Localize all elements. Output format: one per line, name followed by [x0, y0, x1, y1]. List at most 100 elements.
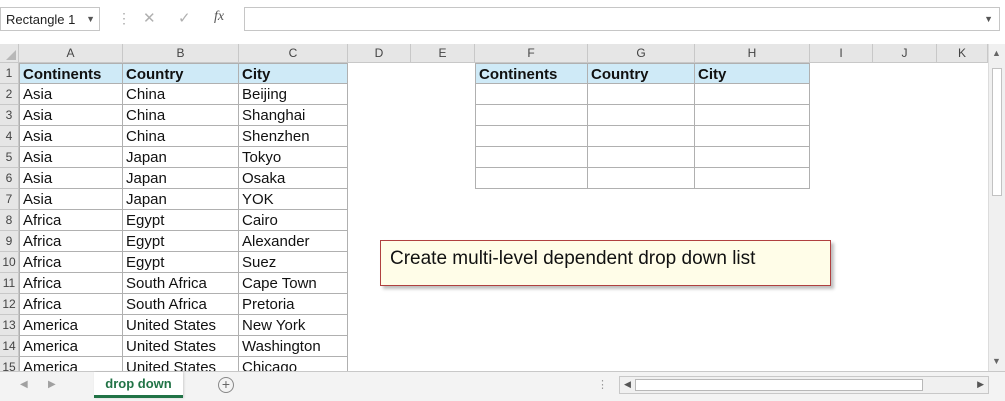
worksheet-grid[interactable]: ABCDEFGHIJK 1 2 3 4 5 6 7 8 9 10 11 12 13 14 15 Contin…	[0, 44, 1005, 371]
source-table-cell[interactable]: Pretoria	[239, 294, 348, 315]
source-table-cell[interactable]: Africa	[19, 252, 123, 273]
column-header-h[interactable]: H	[695, 44, 810, 63]
row-header-14[interactable]: 14	[0, 336, 19, 357]
source-table-cell[interactable]: Washington	[239, 336, 348, 357]
source-table-cell[interactable]: Japan	[123, 147, 239, 168]
column-header-e[interactable]: E	[411, 44, 475, 63]
target-table-cell[interactable]	[695, 84, 810, 105]
row-header-3[interactable]: 3	[0, 105, 19, 126]
row-header-7[interactable]: 7	[0, 189, 19, 210]
source-table-cell[interactable]: Alexander	[239, 231, 348, 252]
sheet-prev-icon[interactable]: ◀	[20, 379, 28, 390]
source-table-cell[interactable]: Cape Town	[239, 273, 348, 294]
source-table-cell[interactable]: Osaka	[239, 168, 348, 189]
scroll-left-icon[interactable]: ◀	[624, 379, 631, 390]
source-table-cell[interactable]: Japan	[123, 168, 239, 189]
column-header-j[interactable]: J	[873, 44, 937, 63]
column-header-f[interactable]: F	[475, 44, 588, 63]
formula-input[interactable]: ▼	[244, 7, 1000, 31]
source-table-cell[interactable]: China	[123, 126, 239, 147]
row-header-1[interactable]: 1	[0, 63, 19, 84]
sheet-next-icon[interactable]: ▶	[48, 379, 56, 390]
row-header-5[interactable]: 5	[0, 147, 19, 168]
source-table-cell[interactable]: YOK	[239, 189, 348, 210]
source-table-header-cell[interactable]: City	[239, 63, 348, 84]
row-header-15[interactable]: 15	[0, 357, 19, 371]
source-table-cell[interactable]: America	[19, 357, 123, 371]
row-header-8[interactable]: 8	[0, 210, 19, 231]
row-header-4[interactable]: 4	[0, 126, 19, 147]
source-table-cell[interactable]: Egypt	[123, 210, 239, 231]
insert-function-icon[interactable]: fx	[214, 9, 224, 25]
source-table-cell[interactable]: Egypt	[123, 252, 239, 273]
source-table-cell[interactable]: Beijing	[239, 84, 348, 105]
scroll-right-icon[interactable]: ▶	[977, 379, 984, 390]
target-table-cell[interactable]	[695, 147, 810, 168]
target-table-cell[interactable]	[475, 105, 588, 126]
target-table-cell[interactable]	[475, 147, 588, 168]
name-box[interactable]: Rectangle 1 ▼	[0, 7, 100, 31]
source-table-cell[interactable]: Japan	[123, 189, 239, 210]
target-table-cell[interactable]	[695, 126, 810, 147]
source-table-cell[interactable]: Suez	[239, 252, 348, 273]
target-table-cell[interactable]	[588, 126, 695, 147]
vertical-scrollbar[interactable]: ▲ ▼	[988, 44, 1005, 371]
row-header-10[interactable]: 10	[0, 252, 19, 273]
column-header-b[interactable]: B	[123, 44, 239, 63]
row-header-9[interactable]: 9	[0, 231, 19, 252]
target-table-cell[interactable]	[588, 168, 695, 189]
row-header-11[interactable]: 11	[0, 273, 19, 294]
row-header-12[interactable]: 12	[0, 294, 19, 315]
source-table-cell[interactable]: Africa	[19, 210, 123, 231]
add-sheet-icon[interactable]: +	[218, 377, 234, 393]
source-table-cell[interactable]: Shanghai	[239, 105, 348, 126]
target-table-cell[interactable]	[588, 105, 695, 126]
column-header-i[interactable]: I	[810, 44, 873, 63]
target-table-cell[interactable]	[695, 105, 810, 126]
column-header-a[interactable]: A	[19, 44, 123, 63]
source-table-cell[interactable]: South Africa	[123, 273, 239, 294]
callout-shape[interactable]: Create multi-level dependent drop down l…	[380, 240, 831, 286]
source-table-cell[interactable]: United States	[123, 336, 239, 357]
source-table-cell[interactable]: Asia	[19, 84, 123, 105]
vertical-scroll-thumb[interactable]	[992, 68, 1002, 196]
source-table-header-cell[interactable]: Continents	[19, 63, 123, 84]
column-header-c[interactable]: C	[239, 44, 348, 63]
source-table-cell[interactable]: United States	[123, 357, 239, 371]
source-table-cell[interactable]: Asia	[19, 105, 123, 126]
target-table-cell[interactable]	[588, 147, 695, 168]
scroll-split-icon[interactable]: ⋮	[597, 378, 608, 391]
expand-formula-bar-icon[interactable]: ▼	[984, 14, 993, 24]
source-table-cell[interactable]: Cairo	[239, 210, 348, 231]
source-table-cell[interactable]: China	[123, 105, 239, 126]
select-all-corner[interactable]	[0, 44, 19, 63]
source-table-cell[interactable]: Chicago	[239, 357, 348, 371]
target-table-cell[interactable]	[475, 84, 588, 105]
source-table-cell[interactable]: China	[123, 84, 239, 105]
source-table-cell[interactable]: Asia	[19, 126, 123, 147]
sheet-tab-drop-down[interactable]: drop down	[94, 372, 183, 398]
source-table-cell[interactable]: Africa	[19, 294, 123, 315]
source-table-header-cell[interactable]: Country	[123, 63, 239, 84]
target-table-cell[interactable]	[588, 84, 695, 105]
source-table-cell[interactable]: Egypt	[123, 231, 239, 252]
column-header-d[interactable]: D	[348, 44, 411, 63]
source-table-cell[interactable]: Africa	[19, 231, 123, 252]
target-table-header-cell[interactable]: Country	[588, 63, 695, 84]
source-table-cell[interactable]: Asia	[19, 147, 123, 168]
row-header-6[interactable]: 6	[0, 168, 19, 189]
source-table-cell[interactable]: Tokyo	[239, 147, 348, 168]
source-table-cell[interactable]: America	[19, 336, 123, 357]
scroll-up-icon[interactable]: ▲	[992, 48, 1001, 58]
row-header-2[interactable]: 2	[0, 84, 19, 105]
source-table-cell[interactable]: New York	[239, 315, 348, 336]
scroll-down-icon[interactable]: ▼	[992, 356, 1001, 366]
horizontal-scrollbar[interactable]: ◀ ▶	[619, 376, 989, 394]
column-header-k[interactable]: K	[937, 44, 988, 63]
column-header-g[interactable]: G	[588, 44, 695, 63]
source-table-cell[interactable]: Shenzhen	[239, 126, 348, 147]
name-box-dropdown-icon[interactable]: ▼	[86, 14, 95, 24]
source-table-cell[interactable]: Africa	[19, 273, 123, 294]
target-table-cell[interactable]	[475, 126, 588, 147]
source-table-cell[interactable]: Asia	[19, 189, 123, 210]
